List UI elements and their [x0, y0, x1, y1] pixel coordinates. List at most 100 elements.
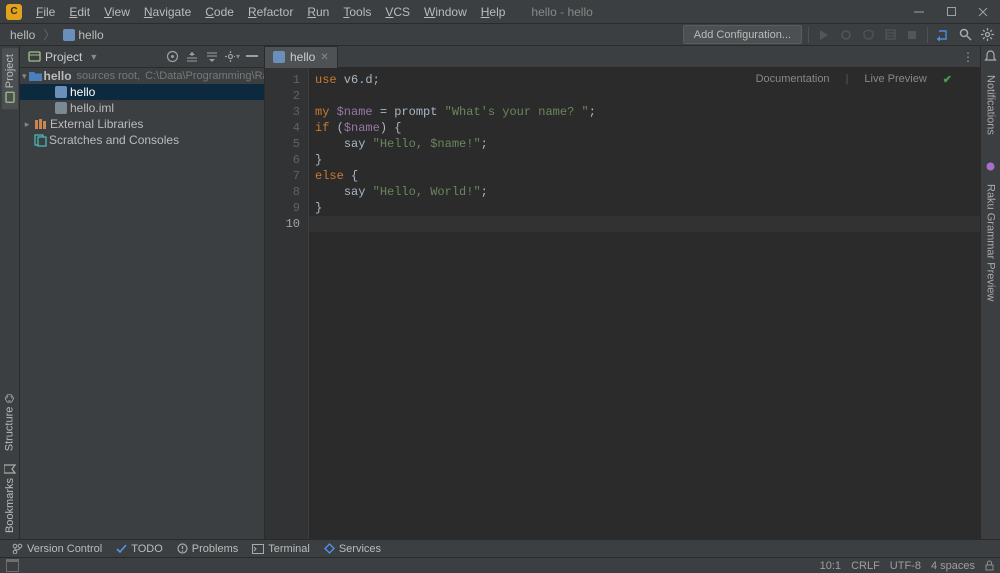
- content-row: ▾ hello sources root, C:\Data\Programmin…: [20, 68, 980, 539]
- menu-run[interactable]: Run: [301, 3, 335, 21]
- raku-grammar-preview-tab[interactable]: Raku Grammar Preview: [983, 178, 999, 307]
- menu-items: FileEditViewNavigateCodeRefactorRunTools…: [30, 3, 511, 21]
- libraries-icon: [34, 117, 48, 131]
- menu-tools[interactable]: Tools: [337, 3, 377, 21]
- breadcrumb: hello 〉 hello: [4, 26, 108, 44]
- body: Project Structure ⌬ Bookmarks Project ▼: [0, 46, 1000, 539]
- editor-gutter[interactable]: 12345678910: [265, 68, 309, 539]
- breadcrumb-root[interactable]: hello: [6, 26, 39, 44]
- window-buttons: [912, 5, 994, 19]
- app-icon: C: [6, 4, 22, 20]
- menu-edit[interactable]: Edit: [63, 3, 96, 21]
- left-tool-strip: Project Structure ⌬ Bookmarks: [0, 46, 20, 539]
- collapse-all-icon[interactable]: [204, 49, 220, 65]
- editor[interactable]: 12345678910 use v6.d; my $name = prompt …: [265, 68, 980, 539]
- expand-all-icon[interactable]: [184, 49, 200, 65]
- run-icon[interactable]: [815, 26, 833, 44]
- problems-tab[interactable]: Problems: [173, 543, 242, 555]
- profile-icon[interactable]: [881, 26, 899, 44]
- project-icon: [28, 50, 41, 63]
- separator: [808, 27, 809, 43]
- folder-icon: [29, 69, 42, 83]
- documentation-link[interactable]: Documentation: [750, 72, 836, 86]
- project-tree[interactable]: ▾ hello sources root, C:\Data\Programmin…: [20, 68, 265, 539]
- maximize-button[interactable]: [944, 5, 958, 19]
- chevron-down-icon: ▼: [89, 52, 98, 62]
- menu-navigate[interactable]: Navigate: [138, 3, 197, 21]
- close-tab-icon[interactable]: ✕: [320, 52, 328, 63]
- todo-tab[interactable]: TODO: [112, 543, 167, 555]
- structure-toolwindow-tab[interactable]: Structure ⌬: [1, 388, 18, 457]
- debug-icon[interactable]: [837, 26, 855, 44]
- menu-view[interactable]: View: [98, 3, 136, 21]
- menu-help[interactable]: Help: [475, 3, 512, 21]
- tree-external-libraries[interactable]: ▸ External Libraries: [20, 116, 264, 132]
- structure-icon: ⌬: [3, 394, 16, 404]
- tree-project-root[interactable]: ▾ hello sources root, C:\Data\Programmin…: [20, 68, 264, 84]
- inner: Project ▼ ▾ hello ✕ ⋮: [20, 46, 980, 539]
- problems-icon: [177, 543, 188, 554]
- toolbar-row: Project ▼ ▾ hello ✕ ⋮: [20, 46, 980, 68]
- project-tree-toolbar: Project ▼ ▾: [20, 46, 265, 67]
- hide-panel-icon[interactable]: [244, 49, 260, 65]
- run-with-coverage-icon[interactable]: [859, 26, 877, 44]
- update-project-icon[interactable]: [934, 26, 952, 44]
- file-encoding[interactable]: UTF-8: [890, 560, 921, 572]
- editor-overlay: Documentation | Live Preview ✔: [750, 72, 952, 86]
- live-preview-link[interactable]: Live Preview: [858, 72, 932, 86]
- stop-icon[interactable]: [903, 26, 921, 44]
- version-control-tab[interactable]: Version Control: [8, 543, 106, 555]
- chevron-right-icon: 〉: [43, 26, 55, 43]
- raku-file-icon: [273, 51, 285, 63]
- bookmark-icon: [4, 464, 16, 474]
- breadcrumb-file[interactable]: hello: [59, 26, 107, 44]
- settings-icon[interactable]: [978, 26, 996, 44]
- terminal-tab[interactable]: Terminal: [248, 543, 314, 555]
- readonly-lock-icon[interactable]: [985, 560, 994, 571]
- services-tab[interactable]: Services: [320, 543, 385, 555]
- add-configuration-button[interactable]: Add Configuration...: [683, 25, 802, 44]
- editor-tab-options-icon[interactable]: ⋮: [962, 50, 980, 64]
- tree-scratches[interactable]: Scratches and Consoles: [20, 132, 264, 148]
- project-toolwindow-tab[interactable]: Project: [2, 48, 18, 109]
- chevron-right-icon[interactable]: ▸: [22, 119, 32, 130]
- separator: [927, 27, 928, 43]
- menu-code[interactable]: Code: [199, 3, 240, 21]
- navigation-bar: hello 〉 hello Add Configuration...: [0, 24, 1000, 46]
- nav-right: Add Configuration...: [683, 25, 996, 44]
- editor-code[interactable]: use v6.d; my $name = prompt "What's your…: [309, 68, 980, 539]
- grammar-icon[interactable]: [985, 161, 996, 172]
- tree-file-hello[interactable]: hello: [20, 84, 264, 100]
- menu-window[interactable]: Window: [418, 3, 473, 21]
- menu-refactor[interactable]: Refactor: [242, 3, 299, 21]
- select-opened-file-icon[interactable]: [164, 49, 180, 65]
- editor-tabs: hello ✕ ⋮: [265, 46, 980, 67]
- minimize-button[interactable]: [912, 5, 926, 19]
- current-line-highlight: [309, 216, 980, 232]
- right-tool-strip: Notifications Raku Grammar Preview: [980, 46, 1000, 539]
- iml-file-icon: [54, 101, 68, 115]
- project-view-selector[interactable]: Project ▼: [24, 48, 102, 66]
- chevron-down-icon[interactable]: ▾: [22, 71, 27, 82]
- editor-tab-label: hello: [290, 50, 315, 64]
- notifications-icon[interactable]: [984, 50, 997, 63]
- tree-file-hello-iml[interactable]: hello.iml: [20, 100, 264, 116]
- branch-icon: [12, 543, 23, 554]
- caret-position[interactable]: 10:1: [820, 560, 841, 572]
- raku-file-icon: [63, 29, 75, 41]
- editor-tab-hello[interactable]: hello ✕: [265, 46, 338, 68]
- project-icon: [4, 91, 16, 103]
- toolwindows-toggle-icon[interactable]: [6, 559, 19, 572]
- inspection-ok-icon[interactable]: ✔: [943, 73, 952, 86]
- close-button[interactable]: [976, 5, 990, 19]
- menu-file[interactable]: File: [30, 3, 61, 21]
- breadcrumb-file-label: hello: [78, 28, 103, 42]
- notifications-tab[interactable]: Notifications: [983, 69, 999, 141]
- bookmarks-toolwindow-tab[interactable]: Bookmarks: [2, 457, 18, 539]
- indent-setting[interactable]: 4 spaces: [931, 560, 975, 572]
- line-separator[interactable]: CRLF: [851, 560, 880, 572]
- scratches-icon: [33, 133, 47, 147]
- menu-vcs[interactable]: VCS: [379, 3, 416, 21]
- tree-settings-icon[interactable]: ▾: [224, 49, 240, 65]
- search-everywhere-icon[interactable]: [956, 26, 974, 44]
